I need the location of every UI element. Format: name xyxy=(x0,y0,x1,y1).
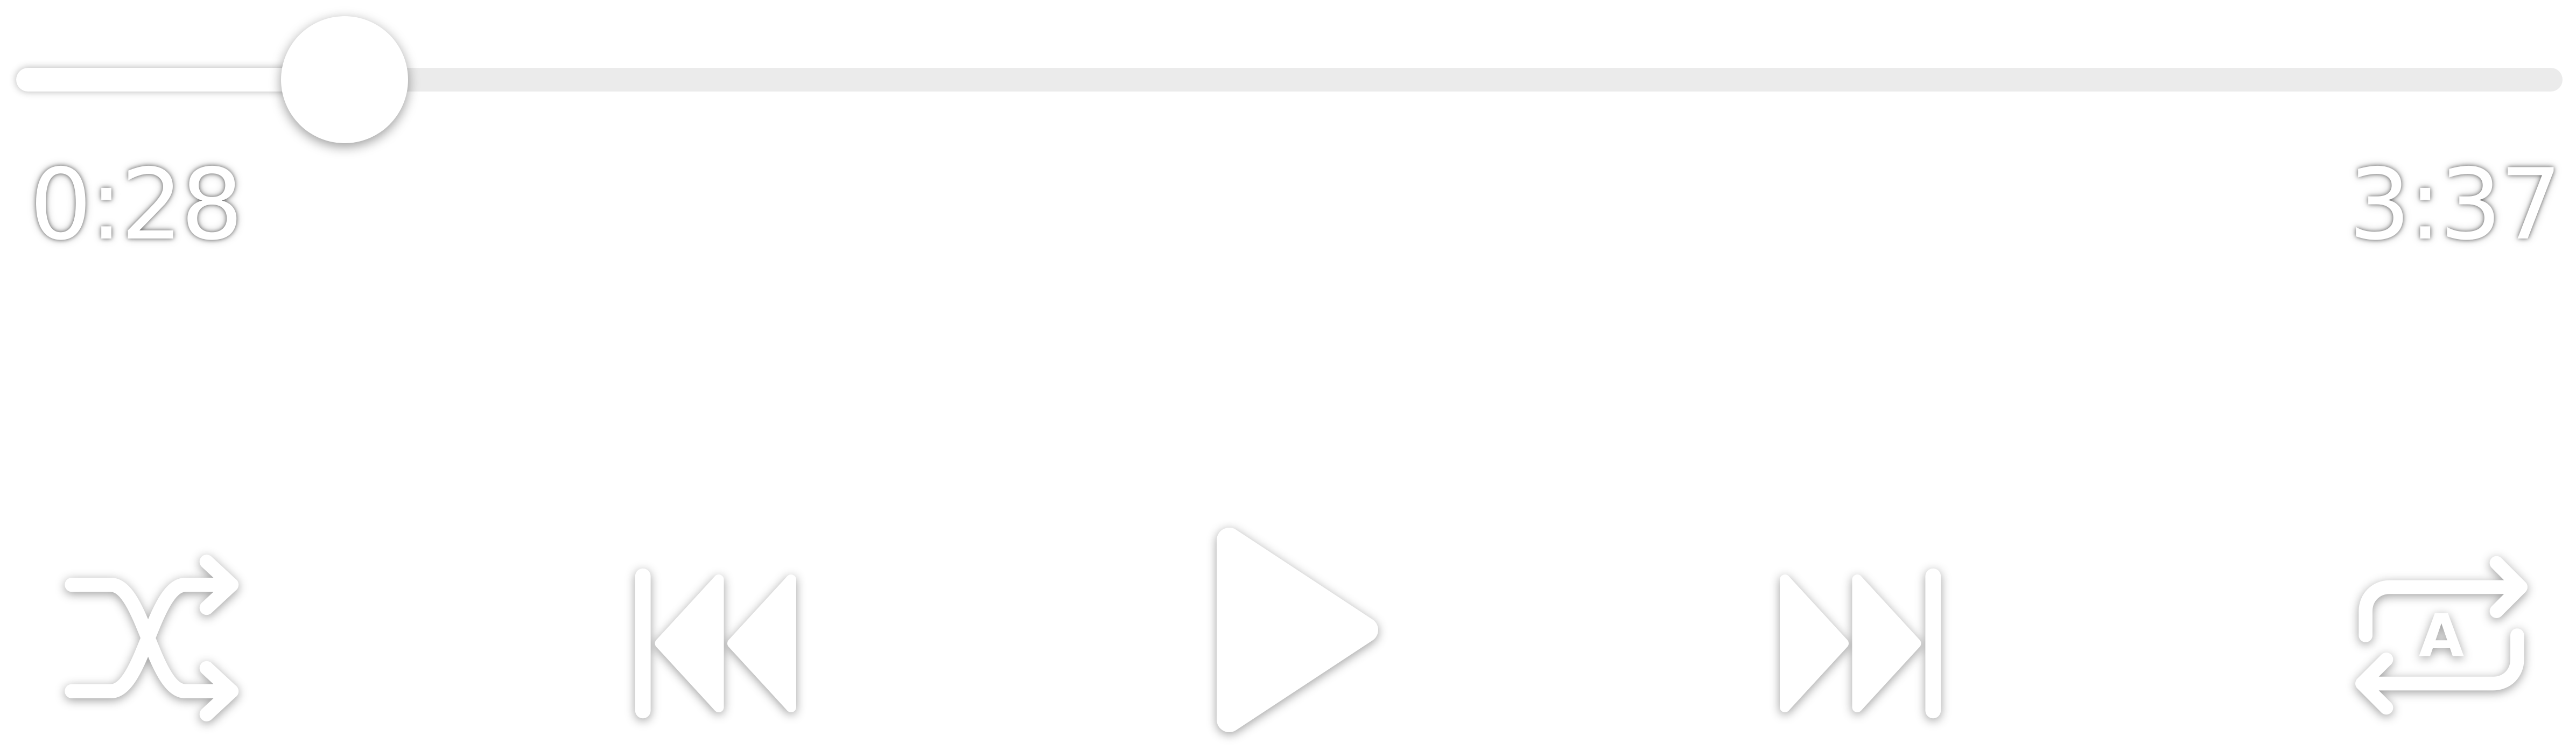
repeat-icon: A xyxy=(2355,556,2528,715)
play-icon xyxy=(1217,528,1379,732)
previous-track-button[interactable] xyxy=(633,565,805,721)
play-button[interactable] xyxy=(1206,522,1389,738)
progress-thumb[interactable] xyxy=(281,16,409,143)
music-player-controls: 0:28 3:37 A xyxy=(0,0,2576,750)
next-track-button[interactable] xyxy=(1771,565,1943,721)
elapsed-time: 0:28 xyxy=(30,148,243,262)
repeat-button[interactable]: A xyxy=(2353,549,2530,721)
progress-slider[interactable] xyxy=(16,16,2563,143)
shuffle-button[interactable] xyxy=(65,555,242,721)
total-time: 3:37 xyxy=(2348,148,2562,262)
shuffle-icon xyxy=(65,555,239,721)
repeat-mode-badge: A xyxy=(2419,601,2464,670)
skip-next-icon xyxy=(1780,568,1941,719)
skip-previous-icon xyxy=(635,568,796,719)
